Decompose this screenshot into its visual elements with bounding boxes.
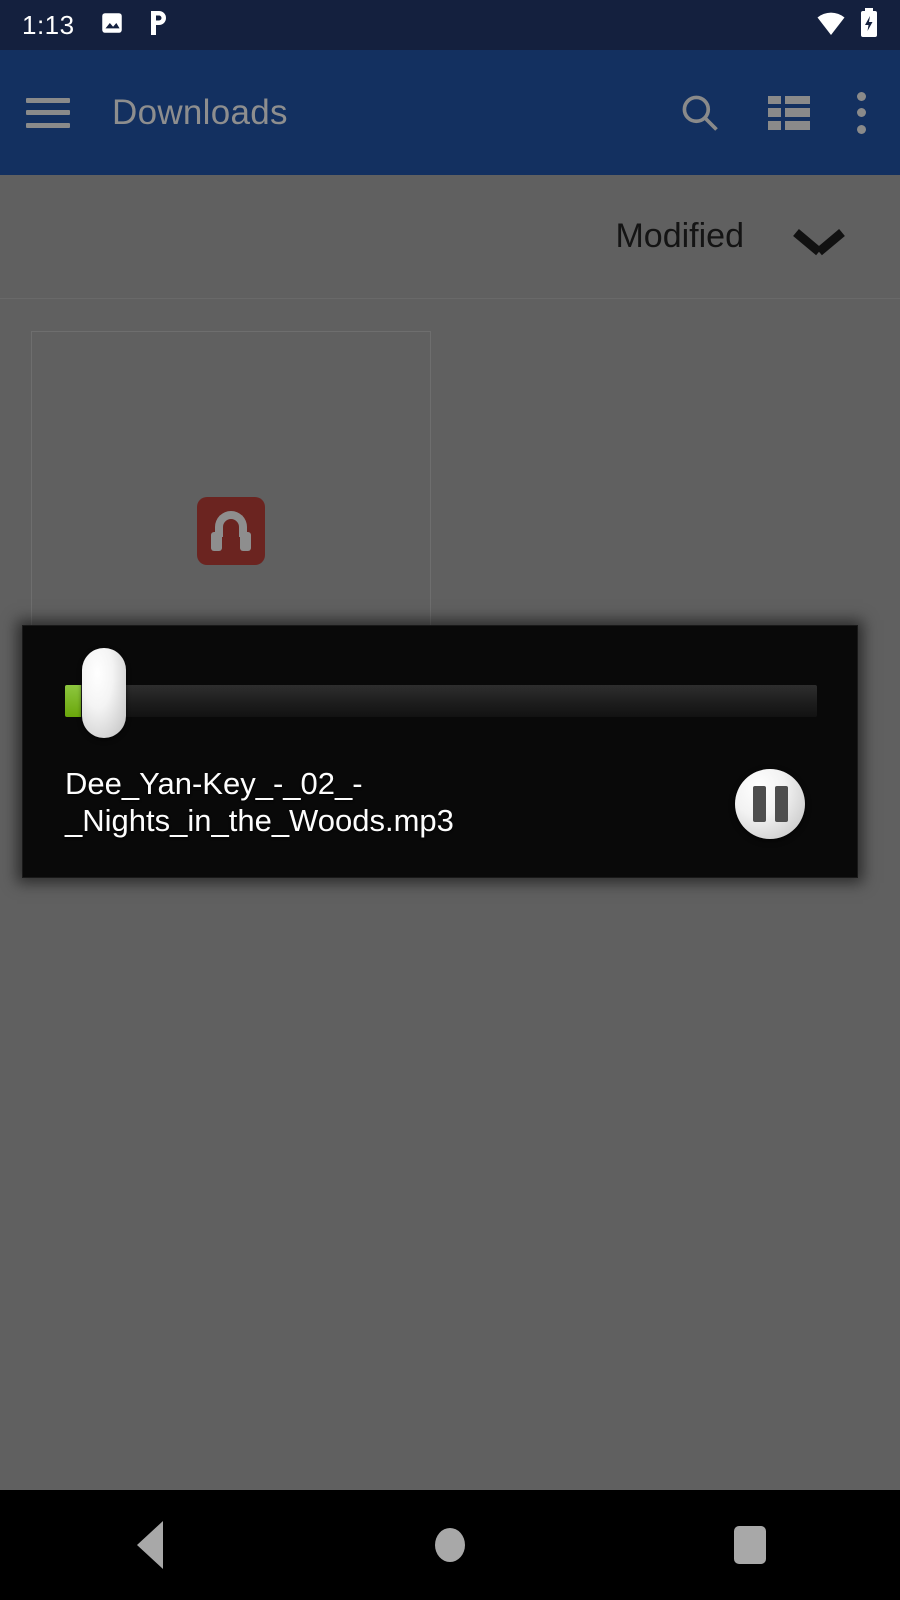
- system-nav-bar: [0, 1490, 900, 1600]
- pause-button[interactable]: [735, 769, 805, 839]
- seek-bar[interactable]: [65, 648, 817, 738]
- recents-square-icon[interactable]: [680, 1490, 820, 1600]
- status-bar-notification-icons: [99, 9, 171, 42]
- battery-charging-icon: [860, 7, 878, 43]
- status-bar-clock: 1:13: [22, 9, 75, 40]
- status-bar: 1:13: [0, 0, 900, 50]
- phone-screen: 1:13 Downloads Modified Dee_Yan-Key_-_02…: [0, 0, 900, 1600]
- search-icon[interactable]: [678, 91, 722, 135]
- sort-row[interactable]: Modified: [0, 175, 900, 299]
- headphones-audio-icon: [197, 497, 265, 565]
- media-player-dialog: Dee_Yan-Key_-_02_-_Nights_in_the_Woods.m…: [22, 625, 858, 878]
- status-bar-system-icons: [816, 7, 878, 43]
- seek-bar-track[interactable]: [65, 685, 817, 717]
- home-circle-icon[interactable]: [380, 1490, 520, 1600]
- image-icon: [99, 10, 125, 41]
- app-toolbar: Downloads: [0, 50, 900, 175]
- page-title: Downloads: [112, 92, 288, 132]
- track-title: Dee_Yan-Key_-_02_-_Nights_in_the_Woods.m…: [65, 766, 454, 838]
- seek-bar-progress: [65, 685, 81, 717]
- chevron-down-icon[interactable]: [796, 224, 842, 250]
- seek-bar-thumb[interactable]: [82, 648, 126, 738]
- list-view-icon[interactable]: [768, 95, 810, 130]
- more-vertical-icon[interactable]: [856, 91, 866, 134]
- wifi-icon: [816, 10, 846, 41]
- back-triangle-icon[interactable]: [80, 1490, 220, 1600]
- podcast-p-icon: [147, 9, 171, 42]
- sort-label: Modified: [615, 217, 744, 255]
- hamburger-menu-icon[interactable]: [26, 97, 70, 128]
- toolbar-actions: [678, 91, 866, 135]
